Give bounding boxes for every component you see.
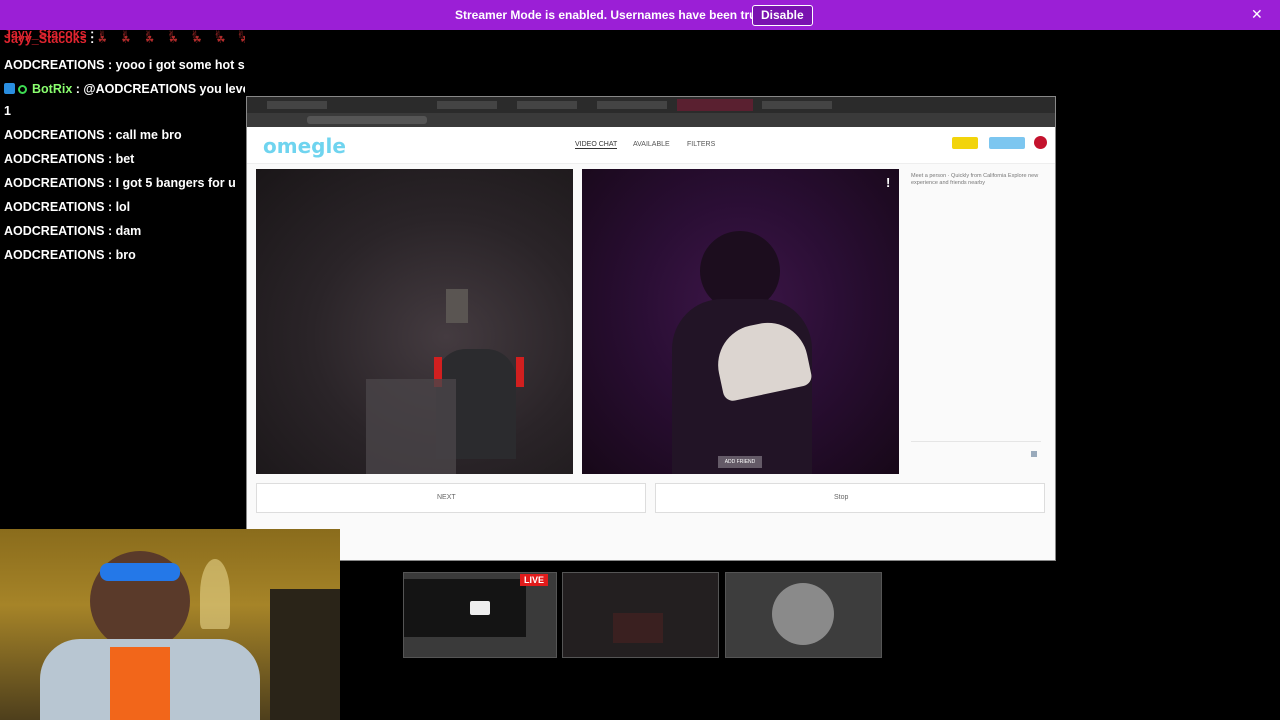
- chat-username: BotRix: [32, 82, 73, 96]
- plaid-shirt: [366, 379, 456, 474]
- browser-tab: [267, 101, 327, 109]
- browser-tab: [597, 101, 667, 109]
- browser-tab: [762, 101, 832, 109]
- chat-message: AODCREATIONS : lol: [4, 200, 131, 214]
- chat-text: call me bro: [115, 128, 182, 142]
- send-icon: [1031, 451, 1037, 457]
- browser-tab: [437, 101, 497, 109]
- bot-badge-icon: [4, 83, 15, 94]
- chat-username: AODCREATIONS: [4, 248, 105, 262]
- next-button[interactable]: NEXT: [256, 483, 646, 513]
- chat-message: AODCREATIONS : bro: [4, 248, 136, 262]
- streamer-webcam: [0, 529, 340, 720]
- orange-shirt: [110, 647, 170, 720]
- chat-sidebar: Meet a person · Quickly from California …: [911, 173, 1041, 463]
- report-icon[interactable]: !: [886, 175, 890, 190]
- tile-preview: [404, 579, 526, 637]
- chat-username: AODCREATIONS: [4, 176, 105, 190]
- nav-video-chat: VIDEO CHAT: [575, 141, 618, 149]
- chat-message: AODCREATIONS : dam: [4, 224, 142, 238]
- chat-text: 1: [4, 104, 11, 118]
- verified-badge-icon: [18, 85, 27, 94]
- chat-message: 1: [4, 104, 11, 118]
- avatar: [1034, 136, 1047, 149]
- browser-tab-bar: [247, 97, 1055, 113]
- nav-filters: FILTERS: [687, 141, 716, 148]
- tree-light: [200, 559, 230, 629]
- tile-preview: [613, 613, 663, 643]
- disable-button[interactable]: Disable: [752, 5, 813, 26]
- add-friend-button[interactable]: ADD FRIEND: [718, 456, 762, 468]
- nav-available: AVAILABLE: [633, 141, 670, 148]
- login-button: [989, 137, 1025, 149]
- browser-tab-active: [677, 99, 753, 111]
- chat-text: I got 5 bangers for u: [115, 176, 236, 190]
- chair-accent: [516, 357, 524, 387]
- sidebar-text: Meet a person · Quickly from California …: [911, 173, 1039, 186]
- site-logo: omegle: [263, 134, 346, 158]
- address-bar: [247, 113, 1055, 127]
- chat-text: yooo i got some hot shit: [115, 58, 245, 72]
- window-frame: [446, 289, 468, 323]
- chat-text: dam: [115, 224, 142, 238]
- stop-button[interactable]: Stop: [655, 483, 1045, 513]
- chat-username: AODCREATIONS: [4, 152, 105, 166]
- chat-text: bet: [115, 152, 135, 166]
- chat-message: Jayy_Stacoks : ☘ ☘ ☘ ☘ ☘ ☘ ☘ ☘ ☘: [4, 32, 245, 46]
- chat-message: AODCREATIONS : bet: [4, 152, 135, 166]
- streamer-mode-banner: Streamer Mode is enabled. Usernames have…: [0, 0, 1280, 30]
- chat-overlay: Jayy_Stacoks : ✌ ✌ ✌ ✌ ✌ ✌ ✌ ✌ ✌ ✌ ✌ ✌ J…: [0, 30, 245, 270]
- message-input-line: [911, 441, 1041, 442]
- chat-username: AODCREATIONS: [4, 128, 105, 142]
- chat-text: lol: [115, 200, 131, 214]
- chat-message: AODCREATIONS : yooo i got some hot shit: [4, 58, 245, 72]
- monitor-icon: [470, 601, 490, 615]
- profile-avatar: [772, 583, 834, 645]
- chat-message: BotRix : @AODCREATIONS you leveled up to…: [4, 82, 245, 96]
- stranger-video: ! ADD FRIEND: [582, 169, 899, 474]
- chat-username: AODCREATIONS: [4, 200, 105, 214]
- next-label: NEXT: [437, 494, 456, 501]
- chat-emotes: ☘ ☘ ☘ ☘ ☘ ☘ ☘ ☘ ☘: [97, 35, 245, 46]
- url-field: [307, 116, 427, 124]
- stream-tile[interactable]: [562, 572, 719, 658]
- browser-capture: omegle VIDEO CHAT AVAILABLE FILTERS ! AD…: [246, 96, 1056, 561]
- chat-message: AODCREATIONS : call me bro: [4, 128, 182, 142]
- browser-tab: [517, 101, 577, 109]
- stream-tile[interactable]: [725, 572, 882, 658]
- banner-text: Streamer Mode is enabled. Usernames have…: [455, 8, 799, 22]
- chat-text: bro: [115, 248, 136, 262]
- stop-label: Stop: [834, 494, 849, 501]
- chat-username: AODCREATIONS: [4, 58, 105, 72]
- live-badge: LIVE: [520, 574, 549, 586]
- chat-username: AODCREATIONS: [4, 224, 105, 238]
- background-dark: [270, 589, 340, 720]
- local-video: [256, 169, 573, 474]
- chat-text: @AODCREATIONS you leveled up to Level: [83, 82, 245, 96]
- headband: [100, 563, 180, 581]
- chat-username: Jayy_Stacoks: [4, 32, 87, 46]
- upgrade-button: [952, 137, 978, 149]
- site-header: omegle VIDEO CHAT AVAILABLE FILTERS: [247, 127, 1055, 164]
- chat-message: AODCREATIONS : I got 5 bangers for u: [4, 176, 236, 190]
- close-icon[interactable]: ✕: [1251, 6, 1263, 23]
